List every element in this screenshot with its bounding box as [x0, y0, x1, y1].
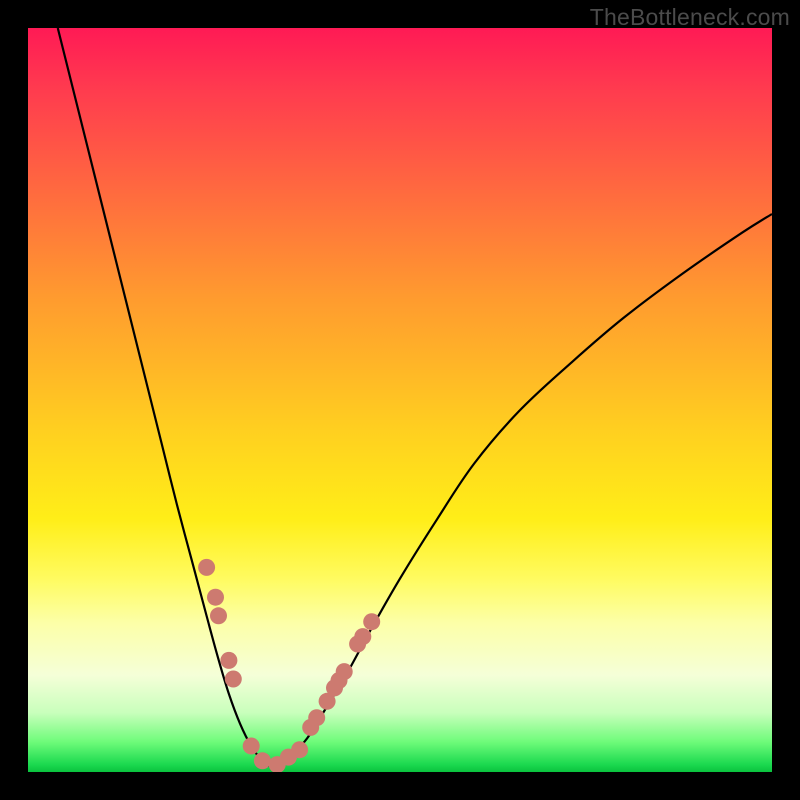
curve-left-branch	[58, 28, 274, 768]
curve-right-branch	[274, 214, 772, 768]
marker-dot	[225, 671, 242, 688]
marker-dot	[220, 652, 237, 669]
marker-dot	[207, 589, 224, 606]
chart-stage: TheBottleneck.com	[0, 0, 800, 800]
curve-layer	[28, 28, 772, 772]
marker-dot	[363, 613, 380, 630]
marker-dot	[354, 628, 371, 645]
marker-dot	[308, 709, 325, 726]
marker-group	[198, 559, 380, 772]
marker-dot	[210, 607, 227, 624]
plot-area	[28, 28, 772, 772]
marker-dot	[336, 663, 353, 680]
marker-dot	[254, 752, 271, 769]
watermark-text: TheBottleneck.com	[590, 4, 790, 31]
marker-dot	[243, 738, 260, 755]
marker-dot	[291, 741, 308, 758]
marker-dot	[198, 559, 215, 576]
